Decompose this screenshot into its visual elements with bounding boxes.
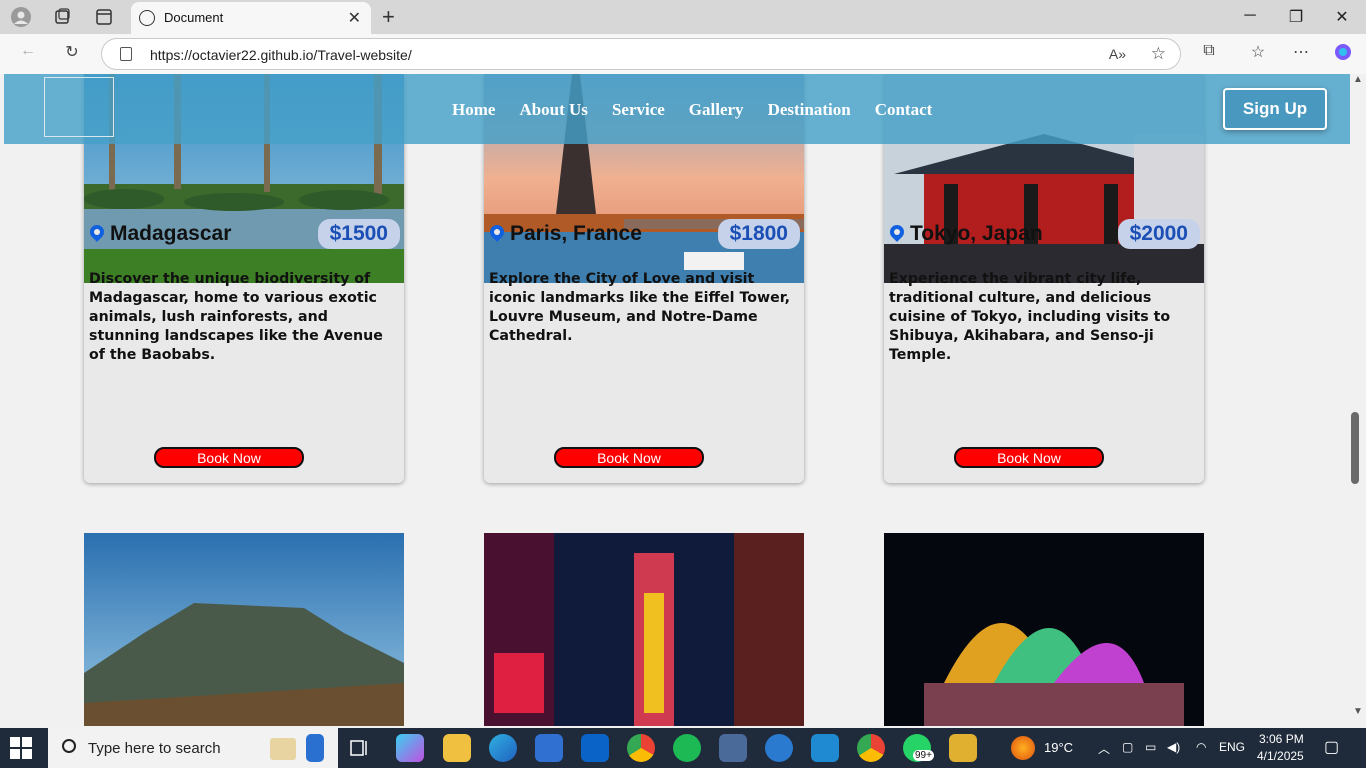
price-badge: $1500: [317, 219, 400, 249]
temperature[interactable]: 19°C: [1044, 740, 1073, 755]
scroll-down-icon[interactable]: ▼: [1353, 706, 1363, 717]
logo-image[interactable]: [44, 77, 114, 137]
volume-icon[interactable]: ◀): [1167, 740, 1180, 754]
browser-chrome: Document ✕ + ─ ❐ ✕ ← ↻ https://octavier2…: [0, 0, 1366, 74]
nav-contact[interactable]: Contact: [875, 100, 933, 120]
copilot-app-icon[interactable]: [396, 734, 424, 762]
edge-icon[interactable]: [489, 734, 517, 762]
language-indicator[interactable]: ENG: [1219, 740, 1245, 754]
nav-service[interactable]: Service: [612, 100, 665, 120]
book-now-button[interactable]: Book Now: [954, 447, 1104, 468]
search-highlight-icon: [270, 734, 324, 762]
destination-description: Discover the unique biodiversity of Mada…: [89, 271, 383, 363]
meet-now-icon[interactable]: ▢: [1122, 740, 1133, 754]
location-pin-icon: [490, 225, 504, 243]
battery-icon[interactable]: ▭: [1145, 740, 1156, 754]
nav-destination[interactable]: Destination: [768, 100, 851, 120]
nav-gallery[interactable]: Gallery: [689, 100, 744, 120]
lock-icon[interactable]: [120, 47, 132, 61]
nav-home[interactable]: Home: [452, 100, 495, 120]
copilot-icon[interactable]: [1331, 42, 1355, 67]
destination-name: Madagascar: [110, 222, 232, 245]
search-placeholder: Type here to search: [88, 740, 221, 757]
qbittorrent-icon[interactable]: [765, 734, 793, 762]
sign-up-button[interactable]: Sign Up: [1223, 88, 1327, 130]
chrome-profile-icon[interactable]: [857, 734, 885, 762]
book-now-button[interactable]: Book Now: [554, 447, 704, 468]
address-toolbar: ← ↻ https://octavier22.github.io/Travel-…: [0, 34, 1366, 74]
file-explorer-icon[interactable]: [443, 734, 471, 762]
tab-document[interactable]: Document ✕: [131, 2, 371, 34]
new-tab-icon[interactable]: +: [382, 4, 395, 30]
favorites-icon[interactable]: ☆: [1246, 42, 1270, 62]
chrome-icon[interactable]: [627, 734, 655, 762]
whatsapp-icon[interactable]: 99+: [903, 734, 934, 762]
sydney-opera-house-image: [884, 533, 1204, 726]
clock-time[interactable]: 3:06 PM: [1259, 732, 1304, 746]
site-navbar: Home About Us Service Gallery Destinatio…: [4, 74, 1350, 144]
destination-name: Tokyo, Japan: [910, 222, 1043, 245]
tab-title: Document: [164, 10, 224, 25]
close-window-icon[interactable]: ✕: [1332, 7, 1352, 27]
favorite-star-icon[interactable]: ☆: [1151, 44, 1166, 64]
price-badge: $2000: [1117, 219, 1200, 249]
restore-icon[interactable]: ❐: [1286, 7, 1306, 27]
chevron-up-icon[interactable]: ︿: [1098, 740, 1110, 757]
refresh-icon[interactable]: ↻: [60, 42, 84, 62]
vscode-icon[interactable]: [811, 734, 839, 762]
nav-about-us[interactable]: About Us: [519, 100, 588, 120]
price-badge: $1800: [717, 219, 800, 249]
tab-strip: Document ✕ + ─ ❐ ✕: [0, 0, 1366, 34]
clock-date[interactable]: 4/1/2025: [1257, 749, 1304, 763]
remote-desktop-icon[interactable]: [719, 734, 747, 762]
destination-description: Explore the City of Love and visit iconi…: [489, 271, 791, 344]
page-scrollbar[interactable]: ▲ ▼: [1350, 74, 1366, 726]
search-icon: [62, 739, 76, 753]
notifications-icon[interactable]: ▢: [1324, 737, 1339, 757]
address-bar[interactable]: https://octavier22.github.io/Travel-webs…: [101, 38, 1181, 70]
extensions-icon[interactable]: ⧉: [1197, 42, 1221, 60]
task-view-icon[interactable]: [346, 734, 374, 762]
location-pin-icon: [90, 225, 104, 243]
taskbar-search[interactable]: Type here to search: [48, 728, 338, 768]
cape-town-image: [84, 533, 404, 726]
weather-icon[interactable]: [1011, 736, 1035, 760]
wifi-icon[interactable]: ◠: [1196, 740, 1206, 754]
back-icon[interactable]: ←: [16, 42, 40, 60]
close-tab-icon[interactable]: ✕: [348, 8, 361, 28]
profile-icon[interactable]: [11, 7, 31, 27]
read-aloud-icon[interactable]: A»: [1109, 46, 1126, 62]
store-icon[interactable]: [535, 734, 563, 762]
page-viewport: Home About Us Service Gallery Destinatio…: [0, 74, 1350, 726]
whatsapp-badge: 99+: [913, 750, 934, 761]
scroll-up-icon[interactable]: ▲: [1353, 74, 1363, 85]
destination-location: Madagascar: [90, 222, 231, 246]
tab-actions-icon[interactable]: [94, 7, 114, 27]
location-pin-icon: [890, 225, 904, 243]
scroll-thumb[interactable]: [1351, 412, 1359, 484]
workspaces-icon[interactable]: [52, 7, 72, 27]
destination-name: Paris, France: [510, 222, 642, 245]
times-square-image: [484, 533, 804, 726]
minimize-icon[interactable]: ─: [1240, 7, 1260, 25]
spotify-icon[interactable]: [673, 734, 701, 762]
more-menu-icon[interactable]: ⋯: [1289, 42, 1313, 62]
destination-location: Paris, France: [490, 222, 642, 246]
book-now-button[interactable]: Book Now: [154, 447, 304, 468]
url-text: https://octavier22.github.io/Travel-webs…: [150, 47, 412, 63]
app-launcher-icon[interactable]: [949, 734, 977, 762]
windows-start-icon[interactable]: [10, 737, 32, 759]
destination-location: Tokyo, Japan: [890, 222, 1043, 246]
globe-icon: [139, 10, 155, 26]
nav-menu: Home About Us Service Gallery Destinatio…: [452, 100, 932, 120]
destination-description: Experience the vibrant city life, tradit…: [889, 271, 1171, 363]
windows-taskbar: Type here to search 99+ 19°C ︿ ▢ ▭ ◀) ◠ …: [0, 728, 1366, 768]
outlook-icon[interactable]: [581, 734, 609, 762]
